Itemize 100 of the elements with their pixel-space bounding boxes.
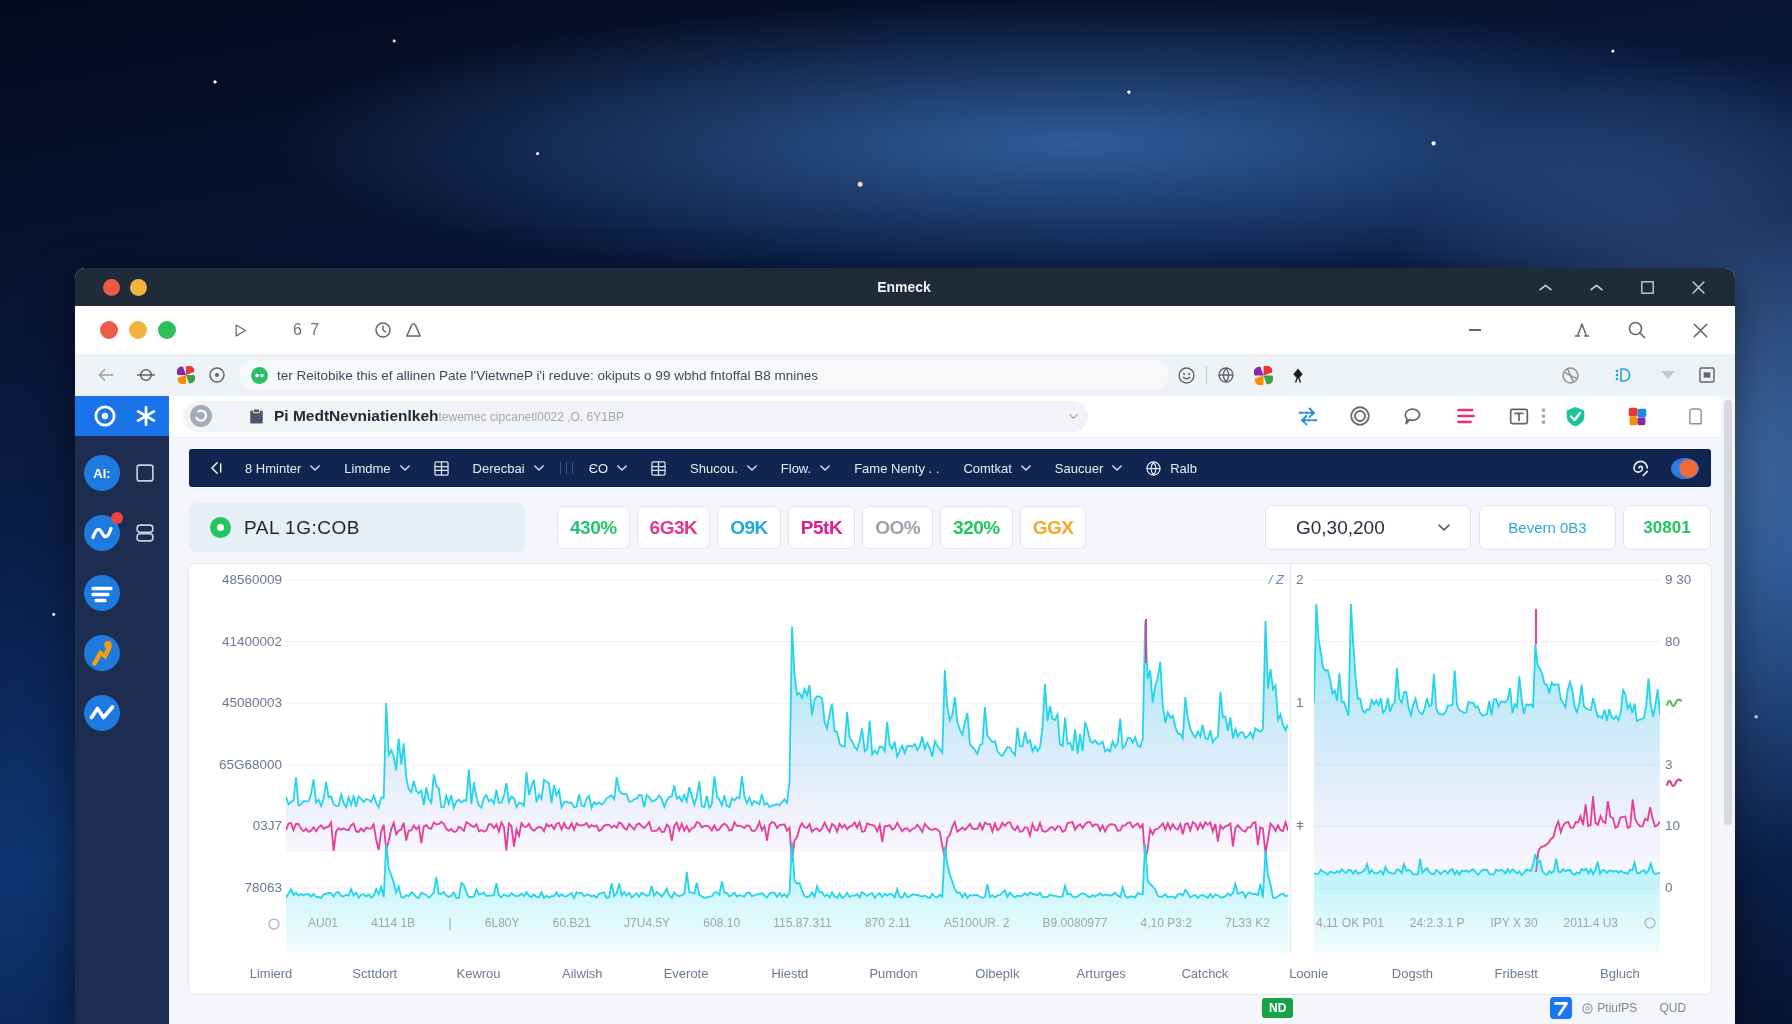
stack-icon[interactable] xyxy=(136,524,154,542)
close-icon[interactable] xyxy=(103,278,120,296)
swap-arrows-icon[interactable] xyxy=(1298,406,1318,426)
search-icon[interactable] xyxy=(1628,321,1646,339)
ball-icon[interactable] xyxy=(1562,366,1579,384)
category-label: Loonie xyxy=(1288,966,1330,981)
axis-label: 41400002 xyxy=(220,633,282,650)
data-label: 2011.4 U3 xyxy=(1563,916,1618,930)
globe-icon[interactable] xyxy=(1218,367,1234,383)
wave-icon[interactable] xyxy=(84,515,120,551)
percent-chip: GGX xyxy=(1019,506,1087,549)
pinwheel-icon[interactable] xyxy=(1254,365,1273,385)
stripes-icon[interactable] xyxy=(1456,407,1476,425)
menu-button[interactable]: Saucuer xyxy=(1042,460,1135,476)
data-label: 608.10 xyxy=(703,916,741,930)
menu-button[interactable]: Limdme xyxy=(332,460,422,476)
axis-label: 2 xyxy=(1296,572,1304,588)
menu-button[interactable]: Comtkat xyxy=(951,460,1043,476)
pinwheel-icon[interactable] xyxy=(177,366,195,384)
page-icon[interactable] xyxy=(1687,406,1704,426)
ring-icon[interactable] xyxy=(94,405,116,427)
circle-icon xyxy=(268,917,280,930)
balance-value: 30801 xyxy=(1623,505,1711,550)
menu-button[interactable]: Derecbai xyxy=(460,460,556,476)
percent-chip: P5tK xyxy=(787,506,856,549)
axis-label: 3 xyxy=(1665,756,1673,773)
diamond-icon[interactable] xyxy=(1291,366,1305,384)
chevron-up-icon[interactable] xyxy=(1539,283,1552,291)
zigzag-icon[interactable] xyxy=(84,695,120,731)
category-label: Olbeplk xyxy=(974,966,1021,981)
reload-disc-icon xyxy=(190,405,212,427)
data-label: AU01 xyxy=(308,916,339,930)
data-label: 60.B21 xyxy=(552,916,591,930)
axis-label: 45080003 xyxy=(220,695,282,712)
data-label: B9.0080977 xyxy=(1042,916,1108,930)
chevron-up-icon[interactable] xyxy=(1590,283,1603,291)
chevron-down-icon xyxy=(820,465,831,471)
caret-icon xyxy=(1069,413,1078,419)
close-icon[interactable] xyxy=(1693,322,1708,338)
clock-icon[interactable] xyxy=(375,322,392,338)
axis-label: 78063 xyxy=(243,879,282,896)
chat-bubble-icon[interactable] xyxy=(1403,406,1422,426)
data-label: 4,11 OK P01 xyxy=(1316,916,1384,930)
chevron-down-icon xyxy=(1020,465,1031,471)
smiley-icon[interactable] xyxy=(1178,366,1195,384)
window-icon[interactable] xyxy=(1699,367,1715,383)
menu-button[interactable]: Shucou. xyxy=(678,460,769,476)
data-label: 7L33 K2 xyxy=(1225,916,1270,930)
menu-button[interactable]: Fame Nenty . . xyxy=(842,460,952,476)
menu-button[interactable]: ЄO xyxy=(576,460,640,476)
scrollbar-thumb[interactable] xyxy=(1724,400,1732,825)
address-field[interactable]: ter Reitobike this ef allinen Pate l'VietwneP i'i reduve: okiputs o 99 wbhd fntoffal B8 mnines xyxy=(239,360,1169,390)
chevron-down-icon xyxy=(617,465,628,471)
percent-chip: OO% xyxy=(862,506,934,549)
back-arrow-icon[interactable] xyxy=(209,460,223,476)
check-badge-icon[interactable] xyxy=(1565,405,1586,427)
chevron-down-icon xyxy=(310,465,321,471)
list-lines-icon[interactable] xyxy=(84,575,120,611)
axis-label: 03J7 xyxy=(251,818,282,835)
square-icon[interactable] xyxy=(136,464,154,482)
axis-label: ǂ xyxy=(1296,818,1304,835)
tab-count: 6 7 xyxy=(293,321,322,339)
minimize-icon[interactable] xyxy=(130,278,147,296)
dotted-d-icon[interactable] xyxy=(1615,367,1631,383)
grid-icon[interactable] xyxy=(651,460,667,476)
grid-icon[interactable] xyxy=(433,460,449,476)
dome-icon[interactable] xyxy=(405,322,423,338)
double-ring-icon[interactable] xyxy=(1350,406,1370,426)
menu-button[interactable]: Flow. xyxy=(768,460,843,476)
user-avatar[interactable]: AI: xyxy=(84,455,120,491)
percent-chip: O9K xyxy=(717,506,781,549)
puzzle-icon[interactable] xyxy=(1627,405,1648,427)
tile-icon[interactable] xyxy=(1550,997,1573,1019)
range-dropdown[interactable]: G0,30,200 xyxy=(1265,505,1471,550)
overlapping-circles-icon[interactable] xyxy=(1671,457,1699,479)
chevron-down-icon xyxy=(399,465,410,471)
triangle-icon[interactable] xyxy=(1573,322,1591,338)
page-field[interactable]: Pi MedtNevniatienlkehtewemec cipcanetl0022 ,O. 6Y1BP xyxy=(183,400,1088,432)
chevron-down-icon xyxy=(533,465,544,471)
symbol-label: PAL 1G:COB xyxy=(244,516,360,539)
percent-chip: 320% xyxy=(940,506,1013,549)
axis-label: 1 xyxy=(1296,695,1304,712)
target-icon[interactable] xyxy=(209,367,225,383)
asterisk-icon[interactable] xyxy=(136,406,156,426)
maximize-icon[interactable] xyxy=(1641,280,1654,294)
axis-label: 9 30 xyxy=(1665,572,1692,588)
text-box-icon[interactable] xyxy=(1509,406,1529,426)
menu-button[interactable]: 8 Hminter xyxy=(233,460,333,476)
corner-label: / Z xyxy=(1268,572,1284,588)
menu-button[interactable]: Ralb xyxy=(1134,460,1209,476)
spike-line xyxy=(1535,608,1537,645)
axis-label: 0 xyxy=(1665,879,1673,896)
category-label: Dogsth xyxy=(1390,966,1434,981)
orbit-icon[interactable] xyxy=(137,366,155,384)
figure-icon[interactable] xyxy=(84,635,120,671)
data-label: J7U4.5Y xyxy=(624,916,671,930)
data-label: 24:2.3.1 P xyxy=(1409,916,1465,930)
status-badge: ND xyxy=(1262,998,1294,1018)
data-label: 115.87.311 xyxy=(773,916,832,930)
play-icon[interactable] xyxy=(234,322,247,338)
